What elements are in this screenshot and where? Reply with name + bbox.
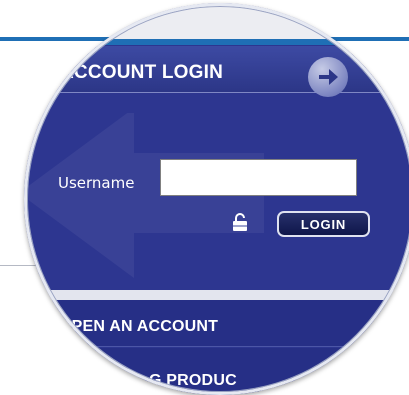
login-panel-title: ACCOUNT LOGIN (60, 62, 224, 83)
login-button[interactable]: LOGIN (277, 211, 370, 237)
top-strip-rule (24, 39, 409, 45)
menu-item-products[interactable]: G PRODUC (24, 348, 409, 394)
login-magnifier: ACCOUNT LOGIN Username LOGIN OPEN AN ACC… (24, 3, 409, 395)
top-strip (24, 3, 409, 43)
menu-divider (24, 290, 409, 300)
lock-icon (233, 213, 247, 231)
username-input[interactable] (160, 159, 357, 196)
menu-item-label: G PRODUC (149, 372, 237, 389)
menu-item-open-account[interactable]: OPEN AN ACCOUNT (24, 300, 409, 347)
username-label: Username (58, 174, 135, 192)
menu-item-label: OPEN AN ACCOUNT (59, 318, 219, 335)
watermark-arrow-icon (24, 113, 264, 278)
arrow-right-circle-icon[interactable] (308, 57, 348, 97)
